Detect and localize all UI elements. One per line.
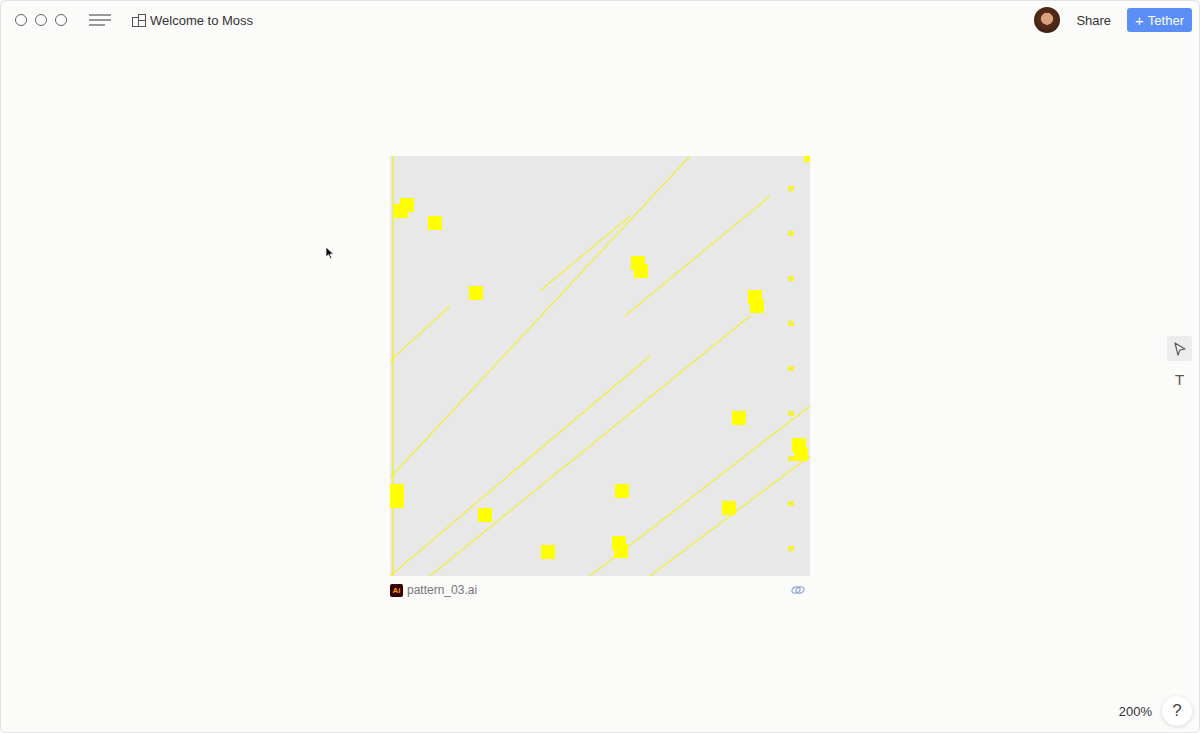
close-button[interactable] [15,14,27,26]
artwork-preview[interactable] [390,156,810,576]
board-title[interactable]: Welcome to Moss [132,13,253,28]
text-icon: T [1175,372,1184,388]
tether-button[interactable]: + Tether [1127,8,1192,32]
text-tool[interactable]: T [1167,367,1192,392]
link-icon[interactable] [791,585,805,595]
minimize-button[interactable] [35,14,47,26]
pointer-icon [1174,342,1186,356]
artwork-caption: Ai pattern_03.ai [390,583,810,597]
board-icon [132,14,146,27]
help-button[interactable]: ? [1162,696,1192,726]
tool-palette: T [1167,336,1192,392]
title-text: Welcome to Moss [150,13,253,28]
user-avatar[interactable] [1034,7,1060,33]
illustrator-icon: Ai [390,584,403,597]
zoom-level[interactable]: 200% [1119,704,1152,719]
artwork-item[interactable]: Ai pattern_03.ai [390,156,810,597]
window-controls [15,14,67,26]
file-name[interactable]: pattern_03.ai [407,583,477,597]
plus-icon: + [1135,13,1144,28]
zoom-button[interactable] [55,14,67,26]
share-button[interactable]: Share [1070,9,1117,32]
canvas[interactable]: Ai pattern_03.ai T 200% ? [1,39,1199,732]
zoom-controls: 200% ? [1119,696,1192,726]
mouse-cursor-icon [325,246,335,260]
pointer-tool[interactable] [1167,336,1192,361]
top-bar: Welcome to Moss Share + Tether [1,1,1199,39]
menu-icon[interactable] [89,14,111,26]
moss-window: Welcome to Moss Share + Tether Ai patter… [0,0,1200,733]
